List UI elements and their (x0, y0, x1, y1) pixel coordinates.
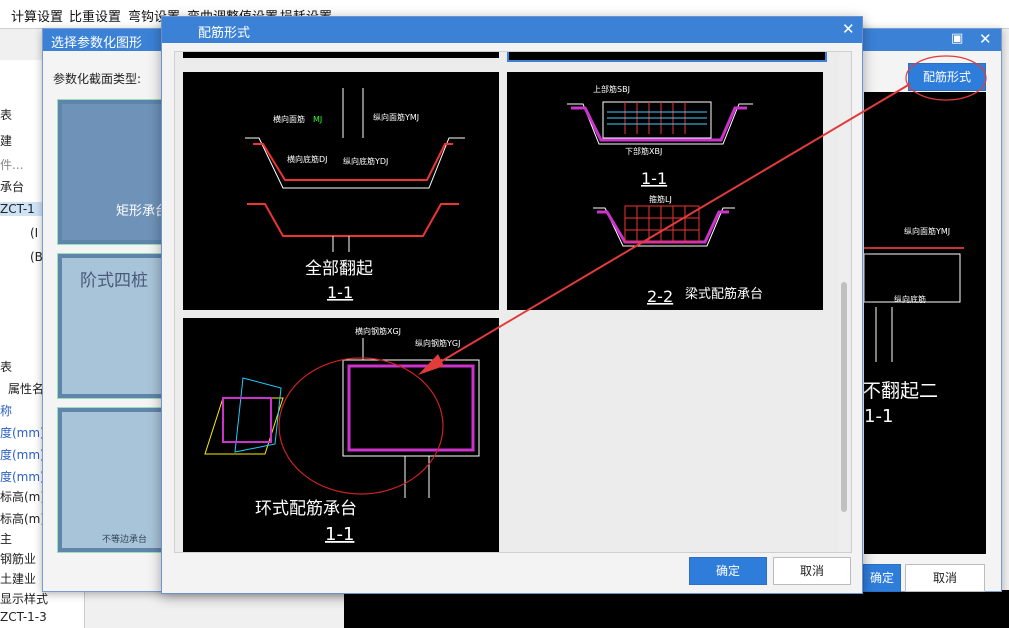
arrow-head (418, 354, 444, 375)
pointer-arrow (429, 83, 911, 369)
annotation-overlay (418, 55, 987, 375)
highlight-ellipse (905, 55, 987, 101)
